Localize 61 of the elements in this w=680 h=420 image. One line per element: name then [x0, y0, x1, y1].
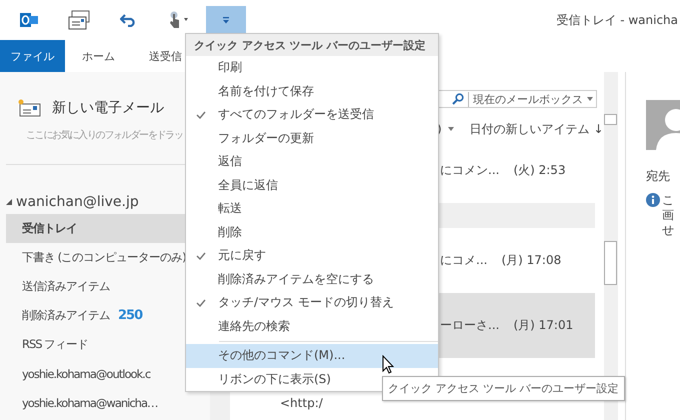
menu-title: クイック アクセス ツール バーのユーザー設定	[186, 34, 438, 56]
folder-name: 削除済みアイテム	[22, 308, 110, 323]
window-title: 受信トレイ - wanicha	[556, 12, 678, 28]
message-preview: <http:/	[280, 396, 323, 410]
touch-mode-icon	[168, 11, 190, 29]
search-scope[interactable]: 現在のメールボックス	[468, 92, 583, 106]
menu-item-label: 全員に返信	[218, 176, 278, 194]
account-name: wanichan@live.jp	[16, 194, 139, 210]
menu-item-label: 削除	[218, 224, 242, 241]
menu-item[interactable]: 全員に返信	[186, 174, 438, 197]
folder-item[interactable]: yoshie.kohama@wanicha…	[6, 388, 210, 417]
scrollbar-thumb[interactable]	[604, 241, 617, 285]
caret-icon	[222, 16, 230, 24]
menu-item[interactable]: 削除済みアイテムを空にする	[186, 268, 438, 291]
sort-order[interactable]: 日付の新しいアイテム ↓	[470, 120, 604, 138]
menu-item-label: リボンの下に表示(S)	[218, 370, 331, 388]
menu-item-label: 印刷	[218, 59, 242, 76]
new-mail-icon	[18, 99, 42, 117]
info-text: こ	[662, 193, 674, 208]
menu-item[interactable]: 連絡先の検索	[186, 314, 438, 338]
message-date: (火) 2:53	[513, 162, 566, 178]
menu-item-label: タッチ/マウス モードの切り替え	[218, 294, 394, 312]
menu-item[interactable]: すべてのフォルダーを送受信	[186, 103, 438, 126]
outlook-icon	[20, 12, 38, 28]
menu-item-label: すべてのフォルダーを送受信	[218, 106, 374, 124]
collapse-icon[interactable]	[6, 198, 12, 204]
menu-item[interactable]: 印刷	[186, 56, 438, 80]
new-mail-button[interactable]: 新しい電子メール	[0, 94, 164, 122]
info-icon	[646, 193, 660, 207]
ribbon-tab[interactable]: ホーム	[65, 40, 132, 72]
search-icon	[452, 93, 464, 105]
menu-item-label: 名前を付けて保存	[218, 82, 314, 100]
send-receive-icon	[68, 10, 90, 30]
favorites-hint: ここにお気に入りのフォルダーをドラッ	[25, 128, 184, 143]
menu-item[interactable]: その他のコマンド(M)...	[186, 344, 438, 368]
caret-icon	[587, 97, 593, 101]
menu-item-label: フォルダーの更新	[218, 130, 314, 147]
info-text: せ	[662, 223, 674, 238]
to-label: 宛先	[646, 168, 671, 185]
caret-icon	[448, 127, 454, 131]
menu-item-label: その他のコマンド(M)...	[218, 347, 346, 364]
message-subject: にコメン...	[440, 162, 500, 178]
message-date: (月) 17:01	[513, 317, 574, 334]
unread-count: 250	[118, 308, 142, 323]
menu-item[interactable]: 返信	[186, 150, 438, 174]
info-text: 画	[662, 208, 674, 223]
cursor-icon	[382, 355, 394, 374]
menu-item-label: 返信	[218, 153, 242, 170]
menu-item-label: 転送	[218, 200, 242, 218]
menu-item-label: 削除済みアイテムを空にする	[218, 270, 374, 288]
menu-item[interactable]: タッチ/マウス モードの切り替え	[186, 291, 438, 314]
message-subject: ーローさ...	[440, 317, 500, 334]
menu-item-label: 元に戻す	[218, 247, 266, 264]
menu-item[interactable]: 名前を付けて保存	[186, 80, 438, 103]
file-tab[interactable]: ファイル	[0, 40, 65, 72]
menu-item-label: 連絡先の検索	[218, 318, 290, 335]
menu-item[interactable]: フォルダーの更新	[186, 126, 438, 150]
message-date: (月) 17:08	[501, 252, 562, 268]
menu-item[interactable]: 元に戻す	[186, 244, 438, 268]
tooltip: クイック アクセス ツール バーのユーザー設定	[382, 376, 624, 401]
message-subject: にコメ...	[440, 252, 488, 268]
